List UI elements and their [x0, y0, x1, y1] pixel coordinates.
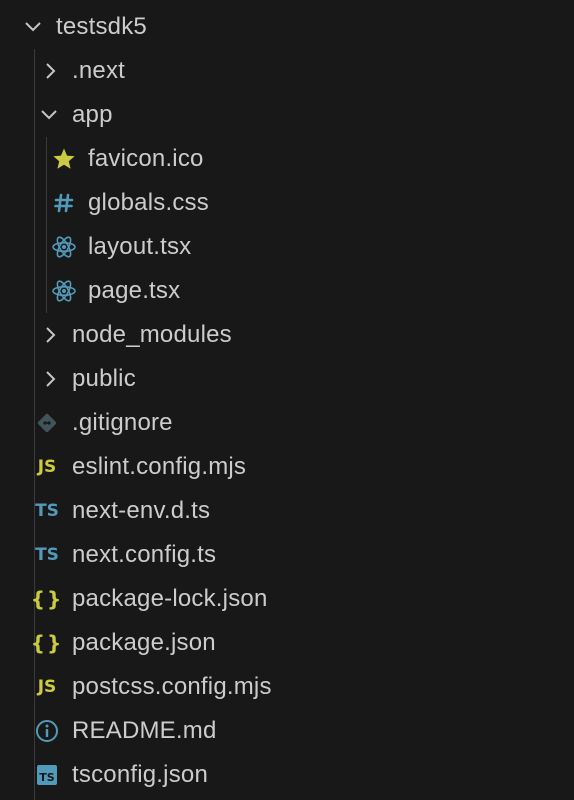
- react-icon: [50, 233, 78, 261]
- tree-item-label: app: [72, 101, 113, 128]
- tree-item-package-json[interactable]: {} package.json: [0, 621, 574, 665]
- tree-item-label: layout.tsx: [88, 233, 192, 260]
- git-icon: [33, 409, 61, 437]
- tree-item-eslint-config[interactable]: JS eslint.config.mjs: [0, 445, 574, 489]
- chevron-right-icon: [38, 323, 62, 347]
- tree-item-next-config[interactable]: TS next.config.ts: [0, 533, 574, 577]
- tree-item-label: tsconfig.json: [72, 761, 209, 788]
- tree-item-next-folder[interactable]: .next: [0, 49, 574, 93]
- tree-item-label: next.config.ts: [72, 541, 217, 568]
- tree-item-label: eslint.config.mjs: [72, 453, 247, 480]
- tree-item-postcss-config[interactable]: JS postcss.config.mjs: [0, 665, 574, 709]
- tree-item-app-folder[interactable]: app: [0, 93, 574, 137]
- tsconfig-icon: TS: [33, 761, 61, 789]
- file-explorer-tree: testsdk5 .next app favicon.ico globals.c…: [0, 0, 574, 800]
- chevron-right-icon: [38, 59, 62, 83]
- js-icon: JS: [37, 676, 57, 697]
- tree-item-label: page.tsx: [88, 277, 181, 304]
- react-icon: [50, 277, 78, 305]
- tree-item-readme[interactable]: README.md: [0, 709, 574, 753]
- tree-item-favicon[interactable]: favicon.ico: [0, 137, 574, 181]
- tree-item-label: node_modules: [72, 321, 232, 348]
- tree-item-label: testsdk5: [56, 13, 147, 40]
- tree-item-label: .gitignore: [72, 409, 173, 436]
- tree-item-label: public: [72, 365, 136, 392]
- tree-item-gitignore[interactable]: .gitignore: [0, 401, 574, 445]
- tree-item-label: favicon.ico: [88, 145, 204, 172]
- tree-item-next-env-dts[interactable]: TS next-env.d.ts: [0, 489, 574, 533]
- chevron-down-icon: [37, 103, 61, 127]
- tree-item-package-lock-json[interactable]: {} package-lock.json: [0, 577, 574, 621]
- star-icon: [50, 145, 78, 173]
- chevron-down-icon: [21, 15, 45, 39]
- tree-item-label: package.json: [72, 629, 216, 656]
- js-icon: JS: [37, 456, 57, 477]
- hash-icon: [50, 189, 78, 217]
- tree-item-label: README.md: [72, 717, 217, 744]
- ts-icon: TS: [35, 544, 59, 565]
- tree-item-page-tsx[interactable]: page.tsx: [0, 269, 574, 313]
- tree-item-label: next-env.d.ts: [72, 497, 211, 524]
- tree-item-label: package-lock.json: [72, 585, 268, 612]
- tree-item-node-modules-folder[interactable]: node_modules: [0, 313, 574, 357]
- tree-item-layout-tsx[interactable]: layout.tsx: [0, 225, 574, 269]
- tree-item-testsdk5[interactable]: testsdk5: [0, 5, 574, 49]
- tree-item-label: postcss.config.mjs: [72, 673, 272, 700]
- json-icon: {}: [30, 631, 64, 655]
- json-icon: {}: [30, 587, 64, 611]
- tree-item-label: globals.css: [88, 189, 209, 216]
- tree-item-globals-css[interactable]: globals.css: [0, 181, 574, 225]
- ts-icon: TS: [35, 500, 59, 521]
- chevron-right-icon: [38, 367, 62, 391]
- tree-item-label: .next: [72, 57, 126, 84]
- svg-text:TS: TS: [39, 771, 55, 784]
- info-icon: [33, 717, 61, 745]
- tree-item-tsconfig[interactable]: TS tsconfig.json: [0, 753, 574, 797]
- tree-item-public-folder[interactable]: public: [0, 357, 574, 401]
